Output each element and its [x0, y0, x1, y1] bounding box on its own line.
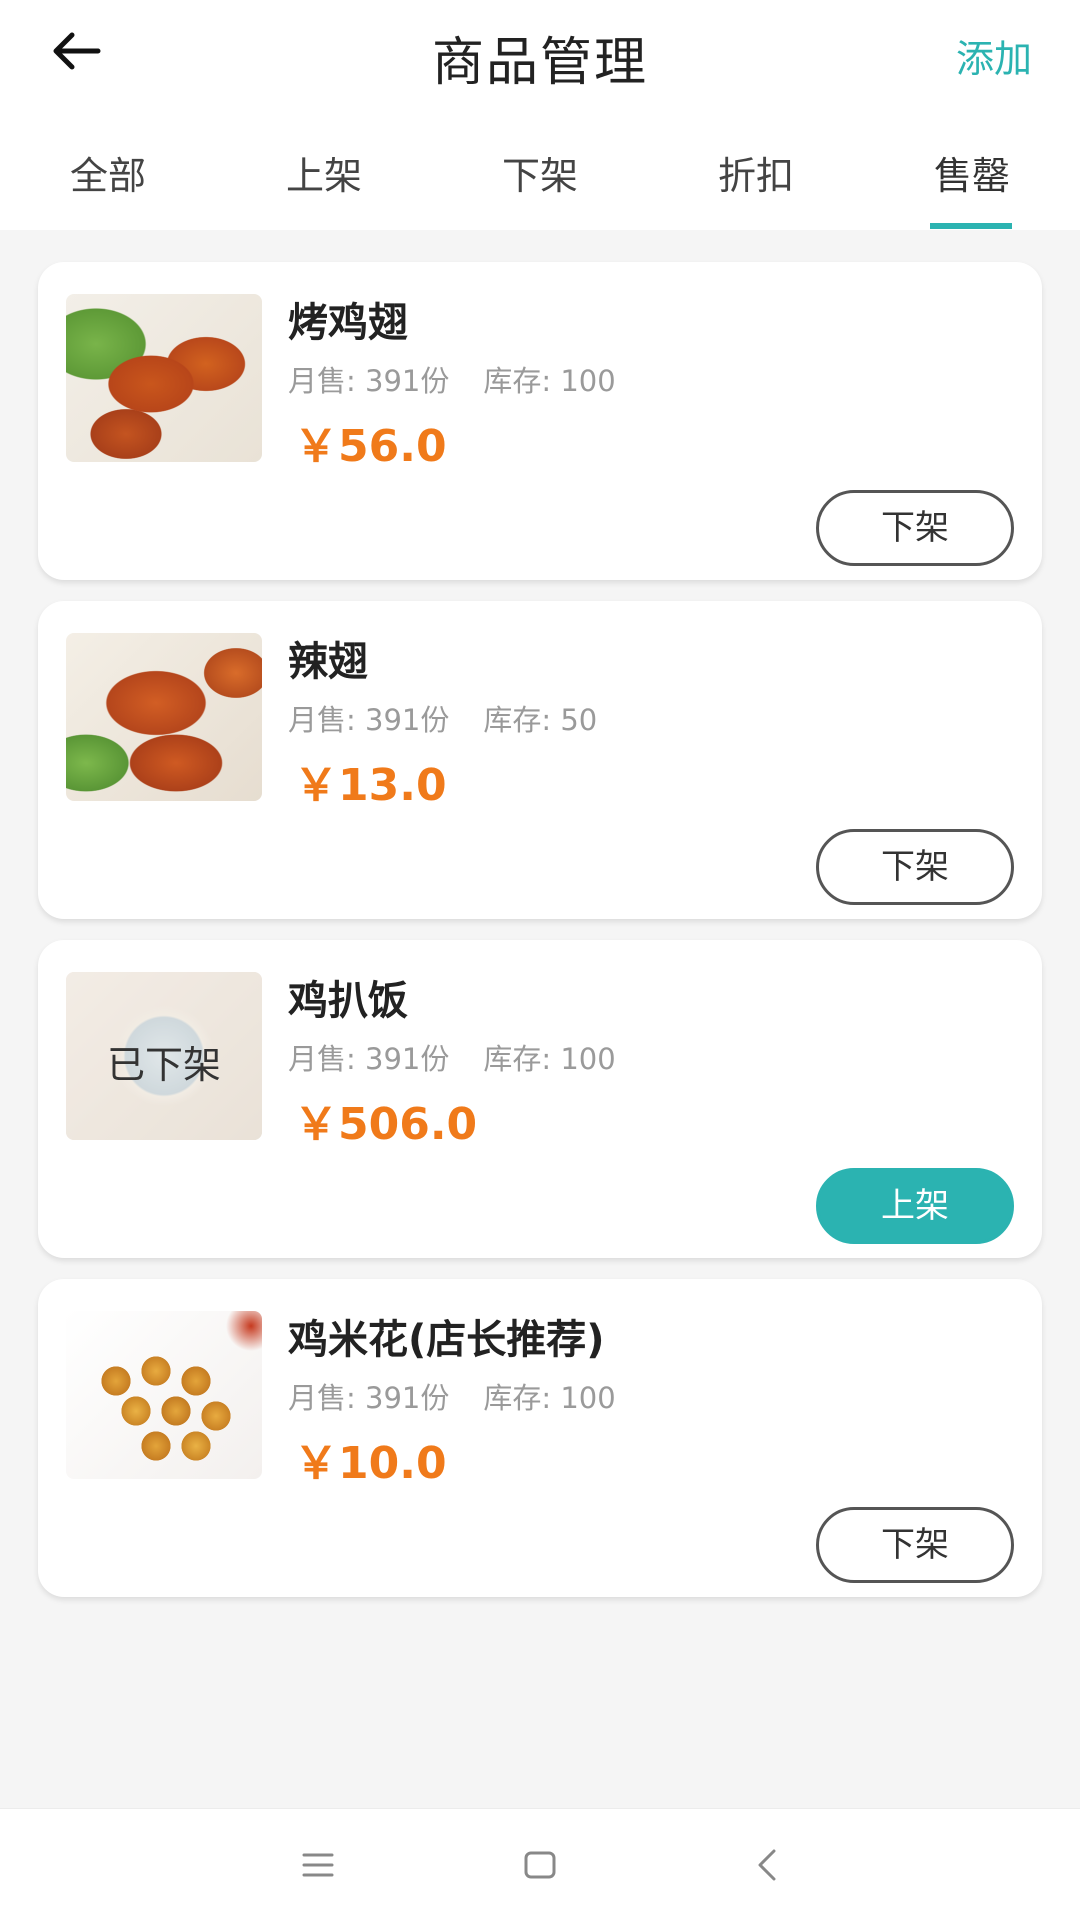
- header: 商品管理 添加: [0, 0, 1080, 105]
- monthly-sales: 月售: 391份: [288, 364, 450, 398]
- tab-active-indicator: [930, 223, 1012, 229]
- tab-sold-out[interactable]: 售罄: [864, 145, 1080, 200]
- product-stats: 月售: 391份 库存: 100: [288, 1375, 616, 1417]
- put-on-shelf-button[interactable]: 上架: [816, 1168, 1014, 1244]
- product-stats: 月售: 391份 库存: 100: [288, 1036, 616, 1078]
- tab-off-shelf[interactable]: 下架: [432, 145, 648, 200]
- off-shelf-label: 已下架: [106, 1043, 221, 1087]
- take-down-button[interactable]: 下架: [816, 1507, 1014, 1583]
- take-down-button[interactable]: 下架: [816, 829, 1014, 905]
- home-square-icon[interactable]: [520, 1845, 560, 1885]
- product-list: 烤鸡翅 月售: 391份 库存: 100 ￥56.0 下架 辣翅 月售: 391份…: [38, 262, 1042, 1618]
- product-card[interactable]: 鸡米花(店长推荐) 月售: 391份 库存: 100 ￥10.0 下架: [38, 1279, 1042, 1597]
- product-stats: 月售: 391份 库存: 100: [288, 358, 616, 400]
- monthly-sales: 月售: 391份: [288, 1042, 450, 1076]
- monthly-sales: 月售: 391份: [288, 703, 450, 737]
- product-card[interactable]: 已下架 鸡扒饭 月售: 391份 库存: 100 ￥506.0 上架: [38, 940, 1042, 1258]
- product-price: ￥506.0: [294, 1099, 478, 1150]
- product-thumbnail: [66, 1311, 262, 1479]
- chevron-left-icon[interactable]: [748, 1845, 788, 1885]
- stock-count: 库存: 100: [483, 364, 616, 398]
- monthly-sales: 月售: 391份: [288, 1381, 450, 1415]
- page-title: 商品管理: [431, 33, 648, 93]
- product-name: 鸡扒饭: [288, 978, 408, 1024]
- tab-discount[interactable]: 折扣: [648, 145, 864, 200]
- product-name: 鸡米花(店长推荐): [288, 1317, 605, 1363]
- stock-count: 库存: 100: [483, 1381, 616, 1415]
- product-name: 烤鸡翅: [288, 300, 408, 346]
- product-thumbnail: [66, 294, 262, 462]
- tab-all[interactable]: 全部: [0, 145, 216, 200]
- tab-on-shelf[interactable]: 上架: [216, 145, 432, 200]
- product-card[interactable]: 辣翅 月售: 391份 库存: 50 ￥13.0 下架: [38, 601, 1042, 919]
- system-nav-bar: [0, 1808, 1080, 1920]
- product-price: ￥56.0: [294, 421, 447, 472]
- stock-count: 库存: 50: [483, 703, 598, 737]
- tab-bar: 全部 上架 下架 折扣 售罄: [0, 105, 1080, 230]
- product-price: ￥13.0: [294, 760, 447, 811]
- product-price: ￥10.0: [294, 1438, 447, 1489]
- add-button[interactable]: 添加: [956, 28, 1032, 83]
- product-card[interactable]: 烤鸡翅 月售: 391份 库存: 100 ￥56.0 下架: [38, 262, 1042, 580]
- product-stats: 月售: 391份 库存: 50: [288, 697, 597, 739]
- product-thumbnail: 已下架: [66, 972, 262, 1140]
- stock-count: 库存: 100: [483, 1042, 616, 1076]
- menu-icon[interactable]: [298, 1845, 338, 1885]
- take-down-button[interactable]: 下架: [816, 490, 1014, 566]
- product-name: 辣翅: [288, 639, 368, 685]
- product-thumbnail: [66, 633, 262, 801]
